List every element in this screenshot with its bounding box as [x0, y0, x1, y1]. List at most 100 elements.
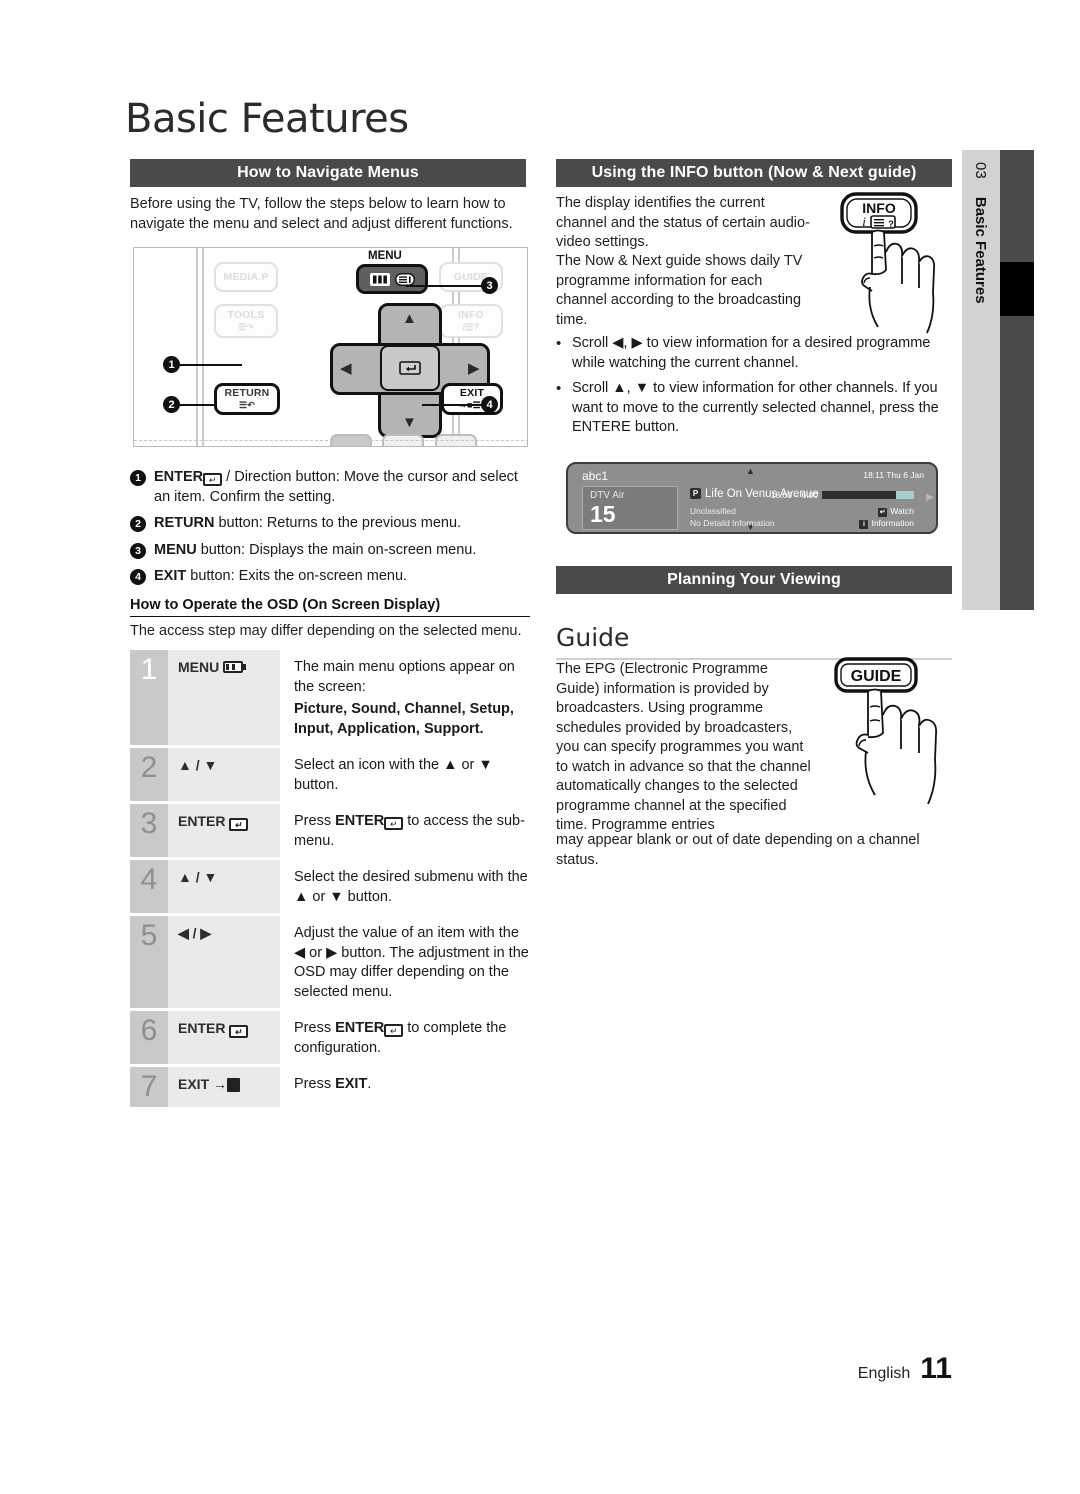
list-marker: 2: [130, 514, 154, 534]
step-number: 1: [130, 650, 168, 745]
step-key: ENTER ↵: [168, 804, 280, 857]
svg-text:?: ?: [888, 219, 894, 229]
table-row: 6 ENTER ↵ Press ENTER ↵ to complete the c…: [130, 1011, 530, 1064]
osd-channel-name: abc1: [582, 469, 609, 483]
table-row: 7 EXIT → Press EXIT.: [130, 1067, 530, 1107]
table-row: 2 ▲ / ▼ Select an icon with the ▲ or ▼ b…: [130, 748, 530, 801]
callout-marker-3: 3: [481, 277, 498, 294]
list-item: 3 MENU button: Displays the main on-scre…: [130, 541, 530, 561]
step-key: MENU: [168, 650, 280, 745]
list-item-text: RETURN button: Returns to the previous m…: [154, 514, 530, 534]
section-header-navigate-menus: How to Navigate Menus: [130, 159, 526, 187]
info-bullet-list: • Scroll ◀, ▶ to view information for a …: [556, 334, 956, 444]
list-item: 1 ENTER ↵ / Direction button: Move the cu…: [130, 468, 530, 507]
exit-door-icon: [227, 1078, 241, 1092]
callout-4-key: EXIT: [154, 568, 187, 584]
guide-paragraph-1: The EPG (Electronic Programme Guide) inf…: [556, 661, 811, 833]
info-button-hand-illustration: INFO i ?: [828, 190, 956, 340]
remote-button-exit-label: EXIT: [459, 387, 485, 399]
dpad-enter-button: [380, 345, 440, 391]
osd-steps-table: 1 MENU The main menu options appear on t…: [130, 650, 530, 1110]
enter-key-icon: ↵: [229, 1025, 249, 1038]
osd-subheading: How to Operate the OSD (On Screen Displa…: [130, 597, 530, 617]
hand-pressing-guide-icon: GUIDE: [834, 657, 938, 805]
list-marker: 3: [130, 541, 154, 561]
callout-description-list: 1 ENTER ↵ / Direction button: Move the cu…: [130, 468, 530, 594]
remote-menu-caption: MENU: [368, 250, 402, 262]
section-header-info-button: Using the INFO button (Now & Next guide): [556, 159, 952, 187]
section-header-planning-viewing: Planning Your Viewing: [556, 566, 952, 594]
step-key: ▲ / ▼: [168, 748, 280, 801]
remote-button-return: RETURN ☰↶: [214, 383, 280, 415]
enter-key-icon: ↵: [384, 817, 404, 830]
list-item: • Scroll ▲, ▼ to view information for ot…: [556, 379, 956, 438]
menu-glyph-icon: [369, 272, 415, 286]
osd-classification: Unclassified: [690, 506, 736, 516]
guide-button-hand-illustration: GUIDE: [818, 655, 958, 815]
page-footer: English 11: [858, 1352, 952, 1386]
callout-leader-2: [178, 404, 214, 406]
step-description: Press EXIT.: [294, 1076, 372, 1092]
remote-button-tools-label: TOOLS: [227, 309, 265, 321]
list-item-text: Scroll ▲, ▼ to view information for othe…: [572, 380, 939, 435]
remote-rail-left: [196, 248, 198, 446]
guide-paragraph-2: may appear blank or out of date dependin…: [556, 832, 920, 868]
list-item-text: ENTER ↵ / Direction button: Move the curs…: [154, 468, 530, 507]
osd-detail-info: No Detaild Information: [690, 518, 775, 528]
callout-3-key: MENU: [154, 541, 197, 558]
menu-key-icon: [223, 661, 247, 673]
osd-scroll-up-icon: ▲: [746, 466, 755, 476]
chapter-tab-text: 03 Basic Features: [962, 150, 1000, 610]
osd-rating-badge: P: [690, 488, 701, 499]
return-glyph-icon: ☰↶: [238, 400, 255, 410]
hand-pressing-info-icon: INFO i ?: [840, 192, 936, 334]
page-title: Basic Features: [125, 96, 409, 142]
footer-page-number: 11: [920, 1352, 952, 1385]
step-description: Adjust the value of an item with the ◀ o…: [294, 925, 529, 1000]
callout-3-rest: button: Displays the main on-screen menu…: [196, 541, 477, 558]
callout-marker-2: 2: [163, 396, 180, 413]
exit-key-icon: →: [213, 1076, 228, 1092]
dpad-up-arrow-icon: ▲: [402, 310, 417, 327]
table-row: 5 ◀ / ▶ Adjust the value of an item with…: [130, 916, 530, 1008]
list-item: 2 RETURN button: Returns to the previous…: [130, 514, 530, 534]
step-number: 2: [130, 748, 168, 801]
step-key: EXIT →: [168, 1067, 280, 1107]
step-number: 6: [130, 1011, 168, 1064]
list-item-text: Scroll ◀, ▶ to view information for a de…: [572, 335, 931, 371]
bullet-icon: •: [556, 335, 562, 352]
info-paragraph-1: The display identifies the current chann…: [556, 195, 810, 250]
remote-button-tools: TOOLS ☰↷: [214, 304, 278, 338]
list-marker: 4: [130, 567, 154, 587]
remote-rail-left-2: [202, 248, 204, 446]
step-key: ENTER ↵: [168, 1011, 280, 1064]
osd-note: The access step may differ depending on …: [130, 623, 522, 639]
chapter-number: 03: [972, 162, 989, 179]
manual-page: Basic Features 03 Basic Features How to …: [0, 0, 1080, 1494]
step-description: Press ENTER ↵ to access the sub-menu.: [294, 813, 525, 849]
callout-leader-4: [422, 404, 484, 406]
chapter-tab-dark-band: [1000, 150, 1034, 610]
step-description: Select the desired submenu with the ▲ or…: [294, 869, 528, 905]
step-number: 4: [130, 860, 168, 913]
step-description: Select an icon with the ▲ or ▼ button.: [294, 757, 493, 793]
chapter-tab-marker: [1000, 262, 1034, 316]
remote-button-menu: [356, 264, 428, 294]
remote-button-return-label: RETURN: [224, 387, 270, 399]
list-item: • Scroll ◀, ▶ to view information for a …: [556, 334, 956, 373]
step-number: 3: [130, 804, 168, 857]
table-row: 3 ENTER ↵ Press ENTER ↵ to access the sub…: [130, 804, 530, 857]
enter-key-icon: [399, 361, 421, 375]
osd-action-information: i Information: [859, 518, 914, 529]
step-desc-line: The main menu options appear on the scre…: [294, 659, 515, 695]
callout-4-rest: button: Exits the on-screen menu.: [186, 568, 408, 584]
step-key: ▲ / ▼: [168, 860, 280, 913]
osd-channel-number: 15: [590, 501, 616, 527]
osd-clock: 18:11 Thu 6 Jan: [863, 470, 924, 480]
list-item-text: EXIT button: Exits the on-screen menu.: [154, 567, 530, 587]
osd-channel-box: DTV Air 15: [582, 486, 678, 530]
callout-2-rest: button: Returns to the previous menu.: [214, 515, 462, 531]
list-item: 4 EXIT button: Exits the on-screen menu.: [130, 567, 530, 587]
enter-key-icon: ↵: [203, 473, 223, 486]
footer-language: English: [857, 1365, 911, 1382]
